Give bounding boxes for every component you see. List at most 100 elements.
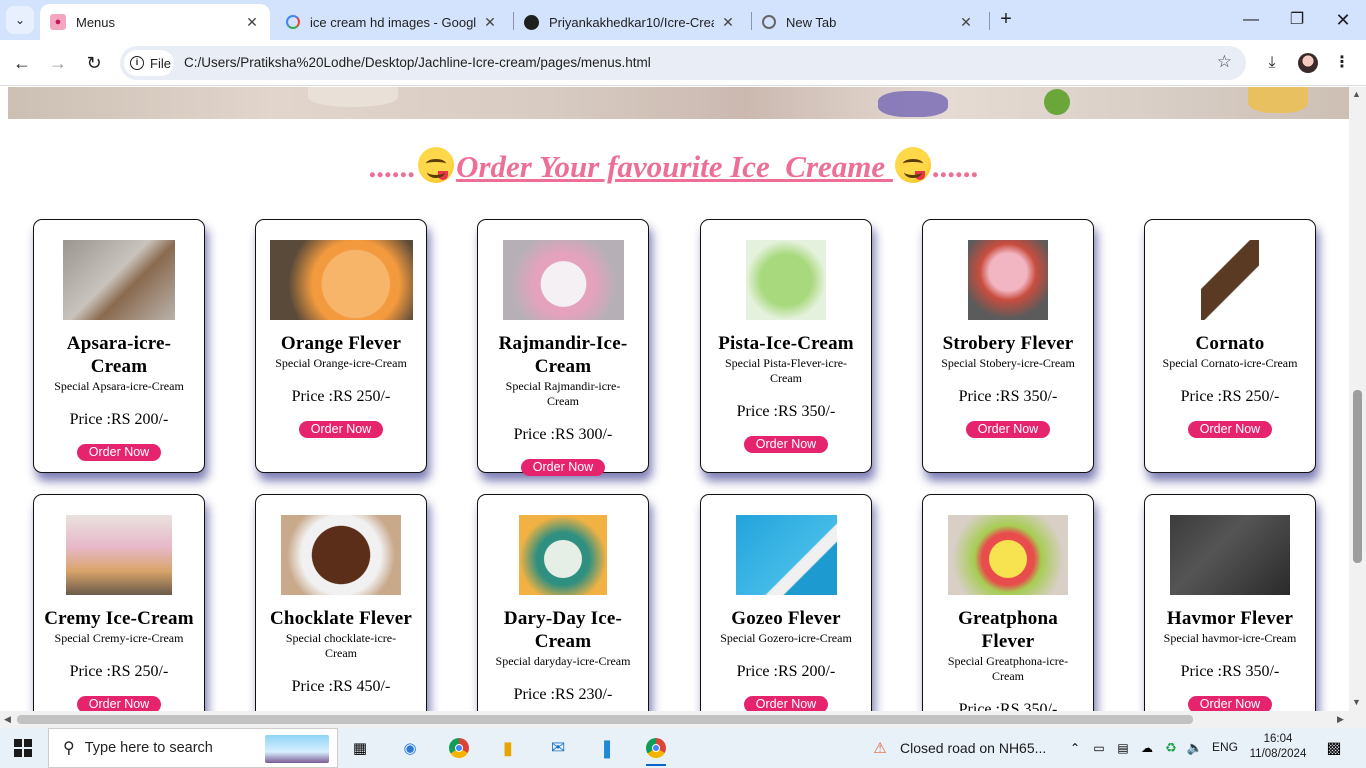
card-price: Price :RS 300/-	[513, 426, 613, 443]
vertical-scroll-thumb[interactable]	[1353, 390, 1362, 563]
notification-icon[interactable]: ▩	[1322, 736, 1346, 760]
clock-time: 16:04	[1263, 733, 1293, 745]
tab-google-images[interactable]: ice cream hd images - Google S ✕	[276, 4, 508, 40]
order-heading-link[interactable]: Order Your favourite Ice_Creame	[456, 149, 893, 184]
back-arrow-icon[interactable]: ←	[8, 49, 36, 77]
browser-window: ⌄ ● Menus ✕ ice cream hd images - Google…	[0, 0, 1366, 728]
order-now-button[interactable]: Order Now	[744, 696, 828, 711]
order-now-button[interactable]: Order Now	[521, 459, 605, 476]
order-now-button[interactable]: Order Now	[77, 444, 161, 461]
taskbar-search-box[interactable]: ⚲ Type here to search	[48, 728, 338, 768]
network-icon[interactable]: ▤	[1111, 736, 1135, 760]
ice-cream-image	[502, 240, 624, 320]
order-now-button[interactable]: Order Now	[1188, 421, 1272, 438]
card-title: Gozeo Flever	[731, 608, 841, 629]
bookmark-star-icon[interactable]: ☆	[1217, 52, 1232, 72]
card-price: Price :RS 350/-	[736, 403, 836, 420]
ice-cream-image	[519, 515, 607, 595]
horizontal-scrollbar[interactable]: ◀ ▶	[0, 711, 1349, 728]
menu-card: Cornato Special Cornato-icre-Cream Price :…	[1144, 219, 1316, 473]
card-title: Orange Flever	[280, 333, 402, 354]
close-icon[interactable]: ✕	[720, 14, 736, 31]
ice-cream-image	[948, 515, 1068, 595]
windows-start-icon[interactable]	[14, 739, 32, 757]
onedrive-icon[interactable]: ☁	[1135, 736, 1159, 760]
profile-avatar[interactable]	[1298, 53, 1318, 73]
ice-cream-image	[1170, 515, 1290, 595]
tab-menus[interactable]: ● Menus ✕	[40, 4, 270, 40]
forward-arrow-icon[interactable]: →	[44, 49, 72, 77]
url-text[interactable]: C:/Users/Pratiksha%20Lodhe/Desktop/Jachl…	[184, 55, 651, 70]
weather-news-text[interactable]: Closed road on NH65...	[900, 740, 1046, 756]
language-indicator[interactable]: ENG	[1212, 740, 1238, 754]
menu-card: Pista-Ice-Cream Special Pista-Flever-icre…	[700, 219, 872, 473]
address-bar[interactable]: i File C:/Users/Pratiksha%20Lodhe/Deskto…	[120, 46, 1246, 80]
icecream-favicon-icon: ●	[50, 14, 66, 30]
mail-icon[interactable]: ✉	[546, 736, 570, 760]
vscode-icon[interactable]: ❚	[595, 736, 619, 760]
tab-separator	[989, 12, 990, 30]
clock[interactable]: 16:04 11/08/2024	[1246, 732, 1310, 762]
card-subtitle: Special Orange-icre-Cream	[275, 356, 407, 370]
restore-icon[interactable]: ❐	[1274, 6, 1320, 34]
card-subtitle: Special daryday-icre-Cream	[495, 654, 631, 668]
tab-title: Menus	[76, 14, 116, 30]
sync-icon[interactable]: ♻	[1159, 736, 1183, 760]
download-icon[interactable]: ⤓	[1258, 49, 1286, 77]
file-explorer-icon[interactable]: ▮	[496, 736, 520, 760]
site-info-chip[interactable]: i File	[124, 50, 174, 76]
chrome-active-taskbar-icon[interactable]	[644, 736, 668, 766]
menu-card: Strobery Flever Special Stobery-icre-Crea…	[922, 219, 1094, 473]
tab-search-chevron-down-icon[interactable]: ⌄	[6, 6, 34, 34]
chrome-taskbar-icon[interactable]	[447, 736, 471, 760]
menu-kebab-icon[interactable]: ⋮	[1328, 49, 1356, 77]
horizontal-scroll-thumb[interactable]	[17, 715, 1193, 724]
card-price: Price :RS 200/-	[736, 663, 836, 680]
menu-card: Rajmandir-Ice-Cream Special Rajmandir-icr…	[477, 219, 649, 476]
vertical-scrollbar[interactable]: ▲ ▼	[1349, 87, 1366, 711]
scroll-right-icon[interactable]: ▶	[1337, 714, 1344, 725]
battery-icon[interactable]: ▭	[1087, 736, 1111, 760]
order-now-button[interactable]: Order Now	[1188, 696, 1272, 711]
tab-title: New Tab	[786, 14, 837, 30]
people-icon[interactable]: ◉	[398, 736, 422, 760]
search-highlight-image	[265, 735, 329, 763]
order-now-button[interactable]: Order Now	[966, 421, 1050, 438]
tab-new-tab[interactable]: New Tab ✕	[752, 4, 984, 40]
card-subtitle: Special Stobery-icre-Cream	[941, 356, 1075, 370]
heading-dots-right: ......	[932, 149, 980, 184]
card-price: Price :RS 230/-	[513, 686, 613, 703]
close-icon[interactable]: ✕	[958, 14, 974, 31]
tab-github[interactable]: Priyankakhedkar10/Icre-Creame ✕	[514, 4, 746, 40]
card-price: Price :RS 200/-	[69, 411, 169, 428]
card-price: Price :RS 450/-	[291, 678, 391, 695]
clock-date: 11/08/2024	[1249, 748, 1307, 760]
card-subtitle: Special Gozero-icre-Cream	[720, 631, 852, 645]
scroll-left-icon[interactable]: ◀	[4, 714, 11, 725]
scroll-up-icon[interactable]: ▲	[1352, 89, 1361, 99]
menu-card: Dary-Day Ice-Cream Special daryday-icre-C…	[477, 494, 649, 711]
scroll-corner	[1349, 711, 1366, 728]
card-title: Apsara-icre-Cream	[66, 333, 172, 377]
order-now-button[interactable]: Order Now	[299, 421, 383, 438]
volume-icon[interactable]: 🔈	[1183, 736, 1207, 760]
order-now-button[interactable]: Order Now	[77, 696, 161, 711]
window-close-icon[interactable]: ✕	[1320, 6, 1366, 34]
new-tab-plus-icon[interactable]: +	[994, 8, 1018, 32]
weather-alert-icon[interactable]: ⚠	[868, 736, 892, 760]
order-now-button[interactable]: Order Now	[744, 436, 828, 453]
tab-strip: ⌄ ● Menus ✕ ice cream hd images - Google…	[0, 0, 1366, 40]
close-icon[interactable]: ✕	[482, 14, 498, 31]
ice-cream-image	[746, 240, 826, 320]
task-view-icon[interactable]: ▦	[348, 736, 372, 760]
minimize-icon[interactable]: —	[1228, 6, 1274, 34]
card-subtitle: Special Cremy-icre-Cream	[54, 631, 184, 645]
chevron-up-icon[interactable]: ⌃	[1063, 736, 1087, 760]
menu-card: Chocklate Flever Special chocklate-icre-C…	[255, 494, 427, 711]
reload-icon[interactable]: ↻	[80, 49, 108, 77]
card-price: Price :RS 250/-	[69, 663, 169, 680]
github-icon	[524, 14, 539, 30]
close-icon[interactable]: ✕	[244, 14, 260, 31]
page-viewport: ...... Order Your favourite Ice_Creame ..…	[0, 87, 1349, 711]
scroll-down-icon[interactable]: ▼	[1352, 697, 1361, 707]
